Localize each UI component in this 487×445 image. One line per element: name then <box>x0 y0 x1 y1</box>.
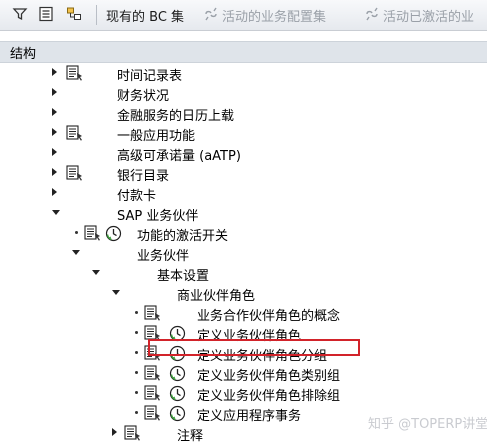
structure-title: 结构 <box>10 47 37 62</box>
tree-node[interactable]: 功能的激活开关 <box>0 223 487 244</box>
tree-node-label[interactable]: 基本设置 <box>157 265 209 284</box>
tree-node[interactable]: 付款卡 <box>0 183 487 204</box>
tree-node-label[interactable]: 时间记录表 <box>117 65 182 84</box>
documentation-icon[interactable] <box>144 305 162 321</box>
tree-node-label[interactable]: 注释 <box>177 425 203 444</box>
documentation-icon[interactable] <box>66 165 84 181</box>
tree-node-label[interactable]: 一般应用功能 <box>117 125 195 144</box>
watermark: 知乎 @TOPERP讲堂 <box>368 417 487 432</box>
execute-activity-icon[interactable] <box>169 385 186 402</box>
activity-link-icon <box>205 7 217 21</box>
tree-node-label[interactable]: 定义业务伙伴角色排除组 <box>197 385 340 404</box>
tree-node-label[interactable]: 高级可承诺量 (aATP) <box>117 145 241 164</box>
tree-node-label[interactable]: 银行目录 <box>117 165 169 184</box>
tree-node-label[interactable]: 业务合作伙伴角色的概念 <box>197 305 340 324</box>
tree-node[interactable]: 商业伙伴角色 <box>0 283 487 304</box>
activity-link-icon <box>366 7 378 21</box>
expand-arrow-icon[interactable] <box>52 128 57 136</box>
tree-node[interactable]: 财务状况 <box>0 83 487 104</box>
tree-node[interactable]: 高级可承诺量 (aATP) <box>0 143 487 164</box>
collapse-arrow-icon[interactable] <box>112 290 120 295</box>
expand-arrow-icon[interactable] <box>112 428 117 436</box>
tree-node[interactable]: 时间记录表 <box>0 63 487 84</box>
expand-arrow-icon[interactable] <box>52 88 57 96</box>
documentation-icon[interactable] <box>144 365 162 381</box>
leaf-bullet-icon <box>135 351 138 354</box>
tree-node[interactable]: SAP 业务伙伴 <box>0 203 487 224</box>
documentation-icon[interactable] <box>144 385 162 401</box>
toolbar: 现有的 BC 集 活动的业务配置集 活动已激活的业 <box>0 0 487 31</box>
activities-in-bc-config-button[interactable]: 活动的业务配置集 <box>222 6 326 25</box>
bc-sets-button[interactable]: 现有的 BC 集 <box>106 6 184 25</box>
tree-node[interactable]: 定义业务伙伴角色排除组 <box>0 383 487 404</box>
tree-node[interactable]: 业务伙伴 <box>0 243 487 264</box>
execute-activity-icon[interactable] <box>169 405 186 422</box>
expand-arrow-icon[interactable] <box>52 148 57 156</box>
documentation-icon[interactable] <box>66 65 84 81</box>
expand-arrow-icon[interactable] <box>52 68 57 76</box>
tree-node-label[interactable]: 功能的激活开关 <box>137 225 228 244</box>
tree-node[interactable]: 定义业务伙伴角色类别组 <box>0 363 487 384</box>
filter-icon[interactable] <box>12 6 28 22</box>
expand-arrow-icon[interactable] <box>52 188 57 196</box>
documentation-icon[interactable] <box>66 125 84 141</box>
tree-node[interactable]: 基本设置 <box>0 263 487 284</box>
documentation-icon[interactable] <box>124 425 142 441</box>
tree-node-label[interactable]: 金融服务的日历上载 <box>117 105 234 124</box>
collapse-arrow-icon[interactable] <box>52 210 60 215</box>
leaf-bullet-icon <box>135 331 138 334</box>
activated-business-button[interactable]: 活动已激活的业 <box>383 6 474 25</box>
documentation-icon[interactable] <box>144 405 162 421</box>
tree-node-label[interactable]: 定义业务伙伴角色类别组 <box>197 365 340 384</box>
tree-node-label[interactable]: 业务伙伴 <box>137 245 189 264</box>
leaf-bullet-icon <box>135 391 138 394</box>
expand-arrow-icon[interactable] <box>52 108 57 116</box>
leaf-bullet-icon <box>135 411 138 414</box>
tree-node-label[interactable]: 商业伙伴角色 <box>177 285 255 304</box>
document-list-icon[interactable] <box>38 6 54 22</box>
execute-activity-icon[interactable] <box>169 365 186 382</box>
documentation-icon[interactable] <box>84 225 102 241</box>
tree-node[interactable]: 金融服务的日历上载 <box>0 103 487 124</box>
tree-node-label[interactable]: 财务状况 <box>117 85 169 104</box>
tree-node-label[interactable]: 付款卡 <box>117 185 156 204</box>
tree-node[interactable]: 银行目录 <box>0 163 487 184</box>
leaf-bullet-icon <box>135 371 138 374</box>
collapse-arrow-icon[interactable] <box>92 270 100 275</box>
tree-node-label[interactable]: 定义应用程序事务 <box>197 405 301 424</box>
tree-node-label[interactable]: SAP 业务伙伴 <box>117 205 198 224</box>
execute-activity-icon[interactable] <box>105 225 122 242</box>
hierarchy-icon[interactable] <box>66 6 82 22</box>
expand-arrow-icon[interactable] <box>52 168 57 176</box>
tree-node[interactable]: 业务合作伙伴角色的概念 <box>0 303 487 324</box>
structure-header: 结构 <box>0 41 487 63</box>
collapse-arrow-icon[interactable] <box>72 250 80 255</box>
highlight-box <box>148 339 360 356</box>
leaf-bullet-icon <box>75 231 78 234</box>
toolbar-separator <box>96 5 97 25</box>
tree-node[interactable]: 一般应用功能 <box>0 123 487 144</box>
leaf-bullet-icon <box>135 311 138 314</box>
